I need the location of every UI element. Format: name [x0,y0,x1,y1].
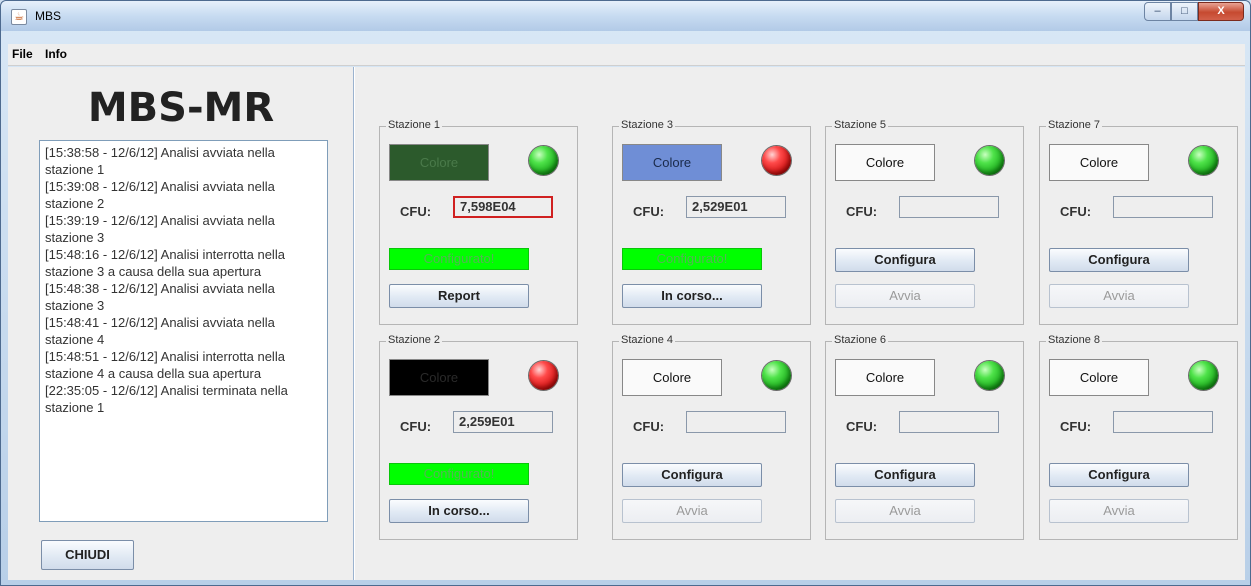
station-title: Stazione 5 [832,119,888,131]
chiudi-button[interactable]: CHIUDI [41,540,134,570]
menu-bar: File Info [8,44,1245,66]
cfu-field[interactable] [1113,411,1213,433]
color-button[interactable]: Colore [835,359,935,396]
station-panel-2: Stazione 2 Colore CFU: 2,259E01 Configurato!… [379,334,578,540]
cfu-label: CFU: [1060,419,1092,434]
log-entry: [15:39:19 - 12/6/12] Analisi avviata nel… [45,213,279,245]
window-controls: – □ X [1144,2,1244,22]
cfu-field[interactable]: 2,259E01 [453,411,553,433]
cfu-label: CFU: [400,419,432,434]
report-button[interactable]: Report [389,284,529,308]
station-title: Stazione 2 [386,334,442,346]
configura-button[interactable]: Configura [835,463,975,487]
cfu-label: CFU: [846,204,878,219]
status-led-icon [975,361,1004,390]
station-panel-4: Stazione 4 Colore CFU: Configura Avvia [612,334,811,540]
cfu-field[interactable] [899,196,999,218]
cfu-label: CFU: [1060,204,1092,219]
close-button[interactable]: X [1198,2,1244,21]
panel-divider[interactable] [353,67,355,580]
minimize-button[interactable]: – [1144,2,1171,21]
log-entry: [15:38:58 - 12/6/12] Analisi avviata nel… [45,145,279,177]
configura-button[interactable]: Configura [1049,248,1189,272]
configured-indicator[interactable]: Configurato! [389,463,529,485]
color-button[interactable]: Colore [622,359,722,396]
station-title: Stazione 4 [619,334,675,346]
station-title: Stazione 6 [832,334,888,346]
log-entry: [22:35:05 - 12/6/12] Analisi terminata n… [45,383,292,415]
status-led-icon [1189,361,1218,390]
status-led-icon [762,361,791,390]
log-entry: [15:39:08 - 12/6/12] Analisi avviata nel… [45,179,279,211]
cfu-label: CFU: [633,419,665,434]
title-bar[interactable]: ☕ MBS – □ X [1,1,1250,31]
configured-indicator[interactable]: Configurato! [389,248,529,270]
color-button[interactable]: Colore [389,144,489,181]
cfu-label: CFU: [633,204,665,219]
station-panel-6: Stazione 6 Colore CFU: Configura Avvia [825,334,1024,540]
avvia-button[interactable]: Avvia [1049,499,1189,523]
menu-file[interactable]: File [8,44,38,61]
station-title: Stazione 3 [619,119,675,131]
log-entry: [15:48:38 - 12/6/12] Analisi avviata nel… [45,281,279,313]
status-led-icon [1189,146,1218,175]
color-button[interactable]: Colore [622,144,722,181]
maximize-button[interactable]: □ [1171,2,1198,21]
in-corso-button[interactable]: In corso... [389,499,529,523]
color-button[interactable]: Colore [1049,144,1149,181]
cfu-field[interactable]: 7,598E04 [453,196,553,218]
avvia-button[interactable]: Avvia [835,284,975,308]
station-title: Stazione 7 [1046,119,1102,131]
log-entry: [15:48:41 - 12/6/12] Analisi avviata nel… [45,315,279,347]
station-title: Stazione 8 [1046,334,1102,346]
station-panel-7: Stazione 7 Colore CFU: Configura Avvia [1039,119,1238,325]
main-panel: MBS-MR [15:38:58 - 12/6/12] Analisi avvi… [8,67,1245,580]
station-panel-1: Stazione 1 Colore CFU: 7,598E04 Configurato!… [379,119,578,325]
event-log[interactable]: [15:38:58 - 12/6/12] Analisi avviata nel… [39,140,328,522]
menu-info[interactable]: Info [41,44,72,61]
in-corso-button[interactable]: In corso... [622,284,762,308]
configura-button[interactable]: Configura [622,463,762,487]
status-led-icon [529,361,558,390]
cfu-label: CFU: [846,419,878,434]
color-button[interactable]: Colore [1049,359,1149,396]
cfu-field[interactable] [686,411,786,433]
avvia-button[interactable]: Avvia [1049,284,1189,308]
color-button[interactable]: Colore [835,144,935,181]
status-led-icon [762,146,791,175]
station-panel-3: Stazione 3 Colore CFU: 2,529E01 Configurato!… [612,119,811,325]
avvia-button[interactable]: Avvia [622,499,762,523]
log-entry: [15:48:16 - 12/6/12] Analisi interrotta … [45,247,289,279]
window-title: MBS [35,9,62,23]
configured-indicator[interactable]: Configurato! [622,248,762,270]
station-panel-5: Stazione 5 Colore CFU: Configura Avvia [825,119,1024,325]
java-app-icon: ☕ [11,9,27,25]
app-heading: MBS-MR [87,85,275,131]
status-led-icon [975,146,1004,175]
station-title: Stazione 1 [386,119,442,131]
color-button[interactable]: Colore [389,359,489,396]
cfu-field[interactable] [1113,196,1213,218]
status-led-icon [529,146,558,175]
cfu-label: CFU: [400,204,432,219]
app-window: ☕ MBS – □ X File Info MBS-MR [15:38:58 -… [0,0,1251,586]
configura-button[interactable]: Configura [835,248,975,272]
avvia-button[interactable]: Avvia [835,499,975,523]
station-panel-8: Stazione 8 Colore CFU: Configura Avvia [1039,334,1238,540]
log-entry: [15:48:51 - 12/6/12] Analisi interrotta … [45,349,289,381]
cfu-field[interactable]: 2,529E01 [686,196,786,218]
cfu-field[interactable] [899,411,999,433]
configura-button[interactable]: Configura [1049,463,1189,487]
